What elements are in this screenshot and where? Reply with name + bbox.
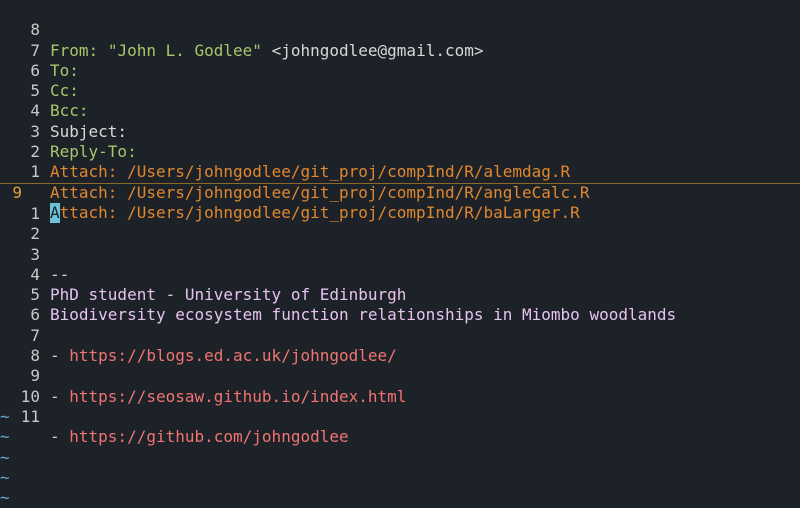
tilde-marker: ~ [0,406,10,426]
body-line[interactable]: 10 [0,366,800,406]
body-line[interactable]: 7 - https://blogs.ed.ac.uk/johngodlee/ [0,305,800,365]
header-line-to[interactable]: 7 To: [0,20,800,80]
empty-buffer-line: ~ [0,427,800,447]
empty-buffer-line: ~ [0,407,800,427]
empty-buffer-line: ~ [0,468,800,488]
header-line-subject[interactable]: 4 Subject: [0,81,800,140]
body-line[interactable]: 5 Biodiversity ecosystem function relati… [0,265,800,324]
body-line[interactable]: 1 [0,184,800,223]
header-line-bcc[interactable]: 5 Bcc: [0,61,800,120]
body-line[interactable]: 9 - https://seosaw.github.io/index.html [0,346,800,405]
header-line-cc[interactable]: 6 Cc: [0,41,800,100]
tilde-marker: ~ [0,427,10,447]
tilde-marker: ~ [0,447,10,467]
header-line-attach[interactable]: 1 Attach: /Users/johngodlee/git_proj/com… [0,142,800,201]
tilde-marker: ~ [0,488,10,508]
empty-buffer-line: ~ [0,448,800,468]
vim-editor[interactable]: 8 From: "John L. Godlee" <johngodlee@gma… [0,0,800,508]
body-line[interactable]: 2 [0,204,800,243]
current-line[interactable]: 9 Attach: /Users/johngodlee/git_proj/com… [0,162,800,224]
body-line[interactable]: 4 PhD student - University of Edinburgh [0,245,800,304]
body-line[interactable]: 8 [0,326,800,365]
tilde-marker: ~ [0,467,10,487]
body-line[interactable]: 11 - https://github.com/johngodlee [0,387,800,446]
header-line-attach[interactable]: 2 Attach: /Users/johngodlee/git_proj/com… [0,122,800,181]
body-line[interactable]: 3 -- [0,224,800,284]
body-line[interactable]: 6 [0,285,800,324]
header-line-from[interactable]: 8 From: "John L. Godlee" <johngodlee@gma… [0,0,800,59]
empty-buffer-line: ~ [0,488,800,508]
header-line-reply-to[interactable]: 3 Reply-To: [0,101,800,161]
